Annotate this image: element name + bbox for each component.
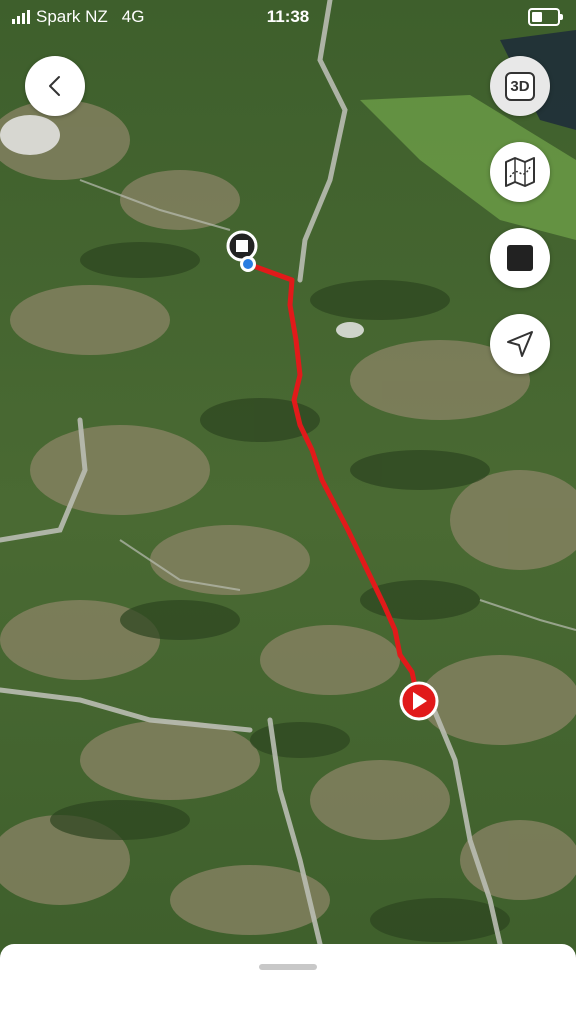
terrain-map[interactable]: [0, 0, 576, 1024]
current-location-marker: [240, 256, 256, 272]
bottom-sheet[interactable]: [0, 944, 576, 1024]
back-button[interactable]: [25, 56, 85, 116]
navigation-arrow-icon: [507, 331, 533, 357]
locate-me-button[interactable]: [490, 314, 550, 374]
status-bar: Spark NZ 4G 11:38: [0, 0, 576, 34]
3d-label: 3D: [505, 71, 535, 101]
route-end-marker: [226, 230, 258, 262]
toggle-3d-button[interactable]: 3D: [490, 56, 550, 116]
stop-recording-button[interactable]: [490, 228, 550, 288]
battery-icon: [528, 8, 563, 26]
folded-map-icon: [505, 157, 535, 187]
map-layers-button[interactable]: [490, 142, 550, 202]
chevron-left-icon: [49, 76, 60, 96]
drag-handle[interactable]: [259, 964, 317, 970]
stop-icon: [507, 245, 533, 271]
route-start-marker: [399, 681, 439, 721]
status-time: 11:38: [266, 7, 310, 26]
